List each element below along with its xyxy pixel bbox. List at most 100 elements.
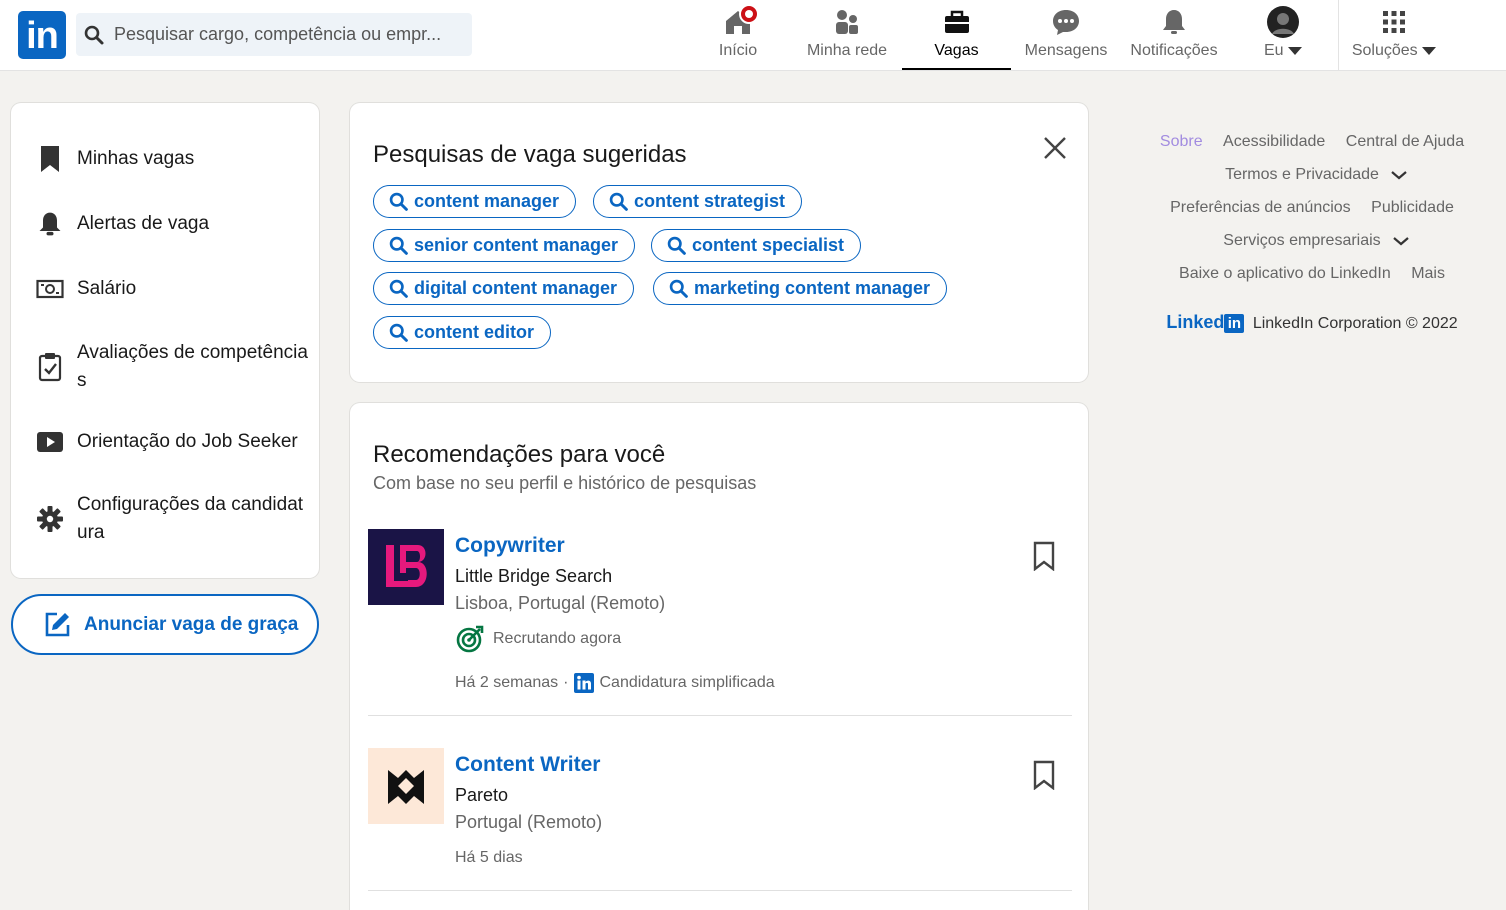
network-icon bbox=[836, 10, 858, 34]
sidebar-item-label: Minhas vagas bbox=[77, 148, 195, 169]
job-card[interactable]: Content Writer Pareto Portugal (Remoto) … bbox=[368, 748, 1072, 868]
nav-network[interactable]: Minha rede bbox=[800, 0, 894, 70]
divider bbox=[368, 715, 1072, 716]
footer-link-more[interactable]: Mais bbox=[1411, 265, 1445, 282]
sidebar-item-job-seeker-guidance[interactable]: Orientação do Job Seeker bbox=[11, 426, 319, 458]
bookmark-icon[interactable] bbox=[1032, 541, 1056, 571]
suggested-chip[interactable]: marketing content manager bbox=[653, 272, 948, 305]
brand-wordmark: Linked bbox=[1166, 312, 1225, 332]
search-icon bbox=[389, 192, 408, 211]
suggested-chip[interactable]: senior content manager bbox=[373, 229, 636, 262]
meta-separator: · bbox=[563, 674, 569, 691]
job-title[interactable]: Content Writer bbox=[455, 753, 600, 777]
nav-notifications[interactable]: Notificações bbox=[1124, 0, 1224, 70]
brand-in-box: in bbox=[1224, 314, 1245, 333]
nav-jobs[interactable]: Vagas bbox=[902, 0, 1011, 70]
footer-row: Termos e Privacidade bbox=[1118, 166, 1506, 184]
sidebar-item-my-jobs[interactable]: Minhas vagas bbox=[11, 143, 319, 175]
footer-link-terms[interactable]: Termos e Privacidade bbox=[1217, 166, 1407, 183]
job-meta: Há 2 semanas · Candidatura simplificada bbox=[455, 673, 775, 693]
sidebar-item-job-alerts[interactable]: Alertas de vaga bbox=[11, 208, 319, 240]
job-company: Pareto bbox=[455, 785, 509, 805]
chevron-down-icon bbox=[1391, 170, 1407, 180]
nav-divider bbox=[1338, 0, 1339, 71]
footer-link-help[interactable]: Central de Ajuda bbox=[1346, 133, 1464, 150]
jobs-sidebar: Minhas vagas Alertas de vaga Salário Ava… bbox=[11, 103, 319, 578]
job-company: Little Bridge Search bbox=[455, 566, 613, 586]
job-title[interactable]: Copywriter bbox=[455, 534, 565, 558]
target-icon bbox=[456, 625, 484, 653]
chevron-down-icon bbox=[1392, 236, 1409, 246]
global-nav: in Início Minha rede Vagas Mensagens Not… bbox=[0, 0, 1506, 71]
search-icon bbox=[669, 279, 688, 298]
hiring-status: Recrutando agora bbox=[455, 624, 621, 654]
easy-apply-label: Candidatura simplificada bbox=[599, 674, 775, 691]
linkedin-icon bbox=[573, 673, 594, 693]
footer-link-app[interactable]: Baixe o aplicativo do LinkedIn bbox=[1179, 265, 1391, 282]
footer-row: Baixe o aplicativo do LinkedIn Mais bbox=[1118, 265, 1506, 283]
footer-link-accessibility[interactable]: Acessibilidade bbox=[1223, 133, 1325, 150]
nav-solutions-label: Soluções bbox=[1346, 42, 1442, 60]
nav-home[interactable]: Início bbox=[702, 0, 774, 70]
nav-me[interactable]: Eu bbox=[1252, 0, 1314, 70]
nav-jobs-label: Vagas bbox=[934, 42, 979, 59]
suggested-chip[interactable]: digital content manager bbox=[373, 272, 635, 305]
footer-link-about[interactable]: Sobre bbox=[1160, 133, 1203, 150]
post-job-button[interactable]: Anunciar vaga de graça bbox=[11, 594, 319, 655]
search-input[interactable] bbox=[114, 13, 464, 56]
grid-icon bbox=[1383, 11, 1405, 33]
bell-icon bbox=[39, 212, 61, 236]
chip-label: senior content manager bbox=[414, 235, 619, 255]
footer-link-ad-preferences[interactable]: Preferências de anúncios bbox=[1170, 199, 1351, 216]
job-location: Portugal (Remoto) bbox=[455, 812, 603, 832]
divider bbox=[368, 890, 1072, 891]
suggested-chip[interactable]: content manager bbox=[373, 185, 577, 218]
chip-label: marketing content manager bbox=[694, 278, 931, 298]
nav-network-label: Minha rede bbox=[806, 42, 888, 59]
hiring-label: Recrutando agora bbox=[493, 630, 622, 647]
suggested-chip[interactable]: content strategist bbox=[593, 185, 803, 218]
caret-down-icon bbox=[1422, 46, 1437, 55]
footer-brand: Linked in LinkedIn Corporation © 2022 bbox=[1118, 312, 1506, 333]
recommendations-title: Recomendações para você bbox=[373, 441, 666, 468]
suggested-chip[interactable]: content editor bbox=[373, 316, 551, 349]
money-icon bbox=[36, 279, 64, 299]
chip-label: digital content manager bbox=[414, 278, 618, 298]
close-icon[interactable] bbox=[1040, 133, 1070, 163]
bookmark-icon bbox=[41, 146, 59, 172]
bookmark-icon[interactable] bbox=[1032, 760, 1056, 790]
search-icon bbox=[389, 323, 408, 342]
sidebar-item-label: Salário bbox=[77, 278, 137, 299]
caret-down-icon bbox=[1288, 46, 1303, 55]
linkedin-logo[interactable]: in bbox=[18, 11, 66, 59]
suggested-chip[interactable]: content specialist bbox=[651, 229, 862, 262]
footer-link-advertising[interactable]: Publicidade bbox=[1371, 199, 1454, 216]
search-icon bbox=[84, 25, 104, 45]
sidebar-item-skill-assessments[interactable]: Avaliações de competência s bbox=[11, 337, 319, 397]
gear-icon bbox=[37, 506, 63, 532]
chip-label: content strategist bbox=[634, 191, 786, 211]
search-icon bbox=[609, 192, 628, 211]
recommendations-subtitle: Com base no seu perfil e histórico de pe… bbox=[373, 473, 757, 493]
search-icon bbox=[389, 279, 408, 298]
nav-notifications-label: Notificações bbox=[1130, 42, 1218, 59]
notification-badge bbox=[739, 4, 760, 24]
search-icon bbox=[667, 236, 686, 255]
footer-link-business[interactable]: Serviços empresariais bbox=[1215, 232, 1409, 249]
sidebar-item-salary[interactable]: Salário bbox=[11, 273, 319, 305]
nav-messaging[interactable]: Mensagens bbox=[1020, 0, 1112, 70]
sidebar-item-application-settings[interactable]: Configurações da candidat ura bbox=[11, 489, 319, 549]
chip-label: content editor bbox=[414, 322, 534, 342]
briefcase-icon bbox=[944, 10, 969, 33]
nav-messaging-label: Mensagens bbox=[1024, 42, 1108, 59]
search-bar[interactable] bbox=[76, 13, 472, 56]
job-location: Lisboa, Portugal (Remoto) bbox=[455, 593, 666, 613]
sidebar-item-label: Orientação do Job Seeker bbox=[77, 431, 298, 452]
sidebar-item-label: Alertas de vaga bbox=[77, 213, 210, 234]
sidebar-item-label: Configurações da candidat ura bbox=[77, 494, 304, 543]
nav-solutions[interactable]: Soluções bbox=[1346, 0, 1442, 70]
job-card[interactable]: Copywriter Little Bridge Search Lisboa, … bbox=[368, 529, 1072, 693]
company-logo[interactable] bbox=[368, 529, 444, 605]
job-meta: Há 5 dias bbox=[455, 849, 523, 867]
company-logo[interactable] bbox=[368, 748, 444, 824]
